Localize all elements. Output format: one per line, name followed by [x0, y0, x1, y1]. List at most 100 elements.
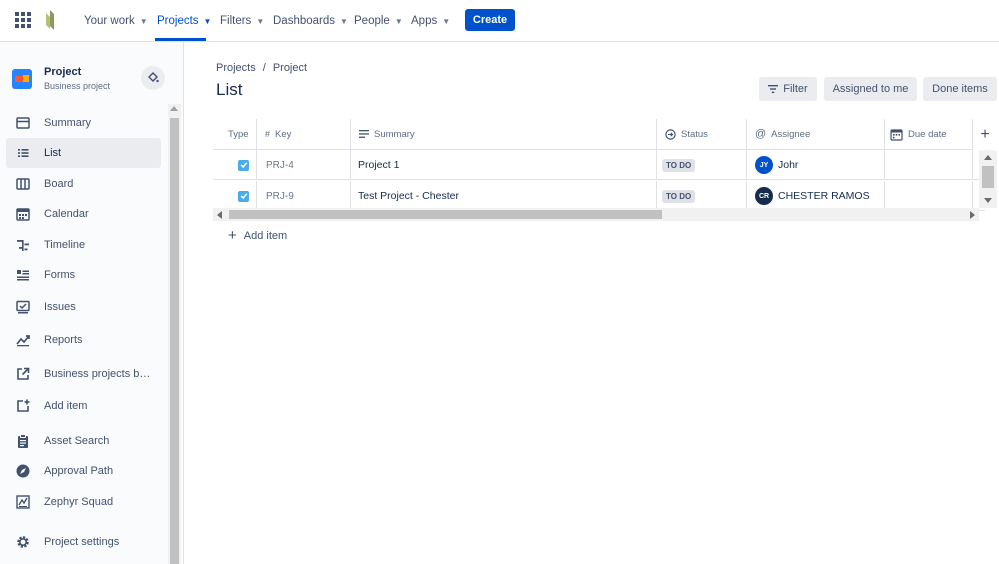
summary-cell[interactable]: Test Project - Chester	[351, 181, 657, 211]
page-title: List	[216, 80, 243, 99]
assignee-cell[interactable]: JY Johr	[747, 150, 885, 180]
due-date-cell[interactable]	[885, 181, 973, 211]
sidebar-item-label: Approval Path	[44, 465, 114, 477]
nav-label: Apps	[411, 15, 438, 27]
at-icon: @	[755, 128, 767, 140]
scroll-up-arrow-icon[interactable]	[984, 155, 992, 160]
sidebar-item-issues[interactable]: Issues	[6, 292, 161, 322]
sidebar-item-reports[interactable]: Reports	[6, 325, 161, 355]
sidebar-item-summary[interactable]: Summary	[6, 108, 161, 138]
done-items-button[interactable]: Done items	[923, 77, 997, 101]
scrollbar-thumb[interactable]	[170, 118, 179, 564]
create-button[interactable]: Create	[465, 9, 515, 31]
sidebar-item-project-settings[interactable]: Project settings	[6, 527, 161, 557]
scrollbar-thumb[interactable]	[982, 166, 994, 188]
sidebar-scrollbar[interactable]	[168, 104, 181, 564]
breadcrumb-projects[interactable]: Projects	[216, 62, 256, 74]
filter-button[interactable]: Filter	[759, 77, 817, 101]
table-horizontal-scrollbar[interactable]	[213, 208, 979, 221]
sidebar-item-label: Forms	[44, 269, 76, 281]
sidebar-item-label: Business projects bas...	[44, 368, 156, 380]
project-avatar	[12, 69, 32, 89]
done-items-label: Done items	[932, 83, 988, 95]
due-date-cell[interactable]	[885, 150, 973, 180]
sidebar-item-calendar[interactable]: Calendar	[6, 199, 161, 229]
sidebar-item-asset-search[interactable]: Asset Search	[6, 426, 161, 456]
key-cell[interactable]: PRJ-9	[257, 181, 351, 211]
issue-summary[interactable]: Project 1	[358, 159, 399, 171]
issue-summary[interactable]: Test Project - Chester	[358, 190, 459, 202]
assignee-name: Johr	[778, 159, 799, 171]
nav-filters[interactable]: Filters ▼	[220, 12, 264, 30]
nav-projects[interactable]: Projects ▼	[157, 12, 211, 30]
gear-icon	[17, 536, 29, 548]
avatar: CR	[755, 187, 773, 205]
nav-dashboards[interactable]: Dashboards ▼	[273, 12, 348, 30]
key-cell[interactable]: PRJ-4	[257, 150, 351, 180]
summary-cell[interactable]: Project 1	[351, 150, 657, 180]
nav-people[interactable]: People ▼	[354, 12, 403, 30]
sidebar-item-approval-path[interactable]: Approval Path	[6, 456, 161, 486]
sidebar-item-label: Asset Search	[44, 435, 110, 447]
nav-label: People	[354, 15, 390, 27]
paint-bucket-icon[interactable]	[141, 66, 165, 90]
chevron-down-icon: ▼	[442, 16, 451, 26]
jira-logo-icon[interactable]	[43, 9, 57, 31]
type-cell	[213, 150, 257, 180]
chevron-down-icon: ▼	[394, 16, 403, 26]
sidebar-item-zephyr-squad[interactable]: Zephyr Squad	[6, 487, 161, 517]
sidebar-item-forms[interactable]: Forms	[6, 260, 161, 290]
sidebar-item-business-projects[interactable]: Business projects bas...	[6, 359, 161, 389]
status-badge[interactable]: TO DO	[662, 158, 696, 172]
scroll-right-arrow-icon[interactable]	[970, 211, 975, 219]
status-cell[interactable]: TO DO	[657, 150, 747, 180]
add-item-button[interactable]: + Add item	[228, 228, 287, 243]
table-vertical-scrollbar[interactable]	[979, 150, 997, 208]
sidebar-item-timeline[interactable]: Timeline	[6, 230, 161, 260]
scroll-down-arrow-icon[interactable]	[984, 198, 992, 203]
sidebar-item-add-item[interactable]: Add item	[6, 391, 161, 421]
column-header-type[interactable]: Type	[213, 119, 257, 150]
status-badge[interactable]: TO DO	[662, 189, 696, 203]
app-switcher-icon[interactable]	[15, 12, 31, 28]
column-header-due-date[interactable]: Due date	[885, 119, 973, 150]
breadcrumb: Projects / Project	[216, 62, 307, 74]
top-navigation: Your work ▼ Projects ▼ Filters ▼ Dashboards…	[0, 0, 999, 42]
column-label: Status	[681, 128, 708, 140]
project-type: Business project	[44, 81, 111, 91]
issues-table: Type # Key Summary Status @ Assignee Due d…	[213, 119, 998, 221]
sidebar-item-label: Timeline	[44, 239, 86, 251]
assignee-cell[interactable]: CR CHESTER RAMOS	[747, 181, 885, 211]
scroll-left-arrow-icon[interactable]	[217, 211, 222, 219]
breadcrumb-project[interactable]: Project	[273, 62, 307, 74]
board-icon	[16, 178, 30, 190]
table-row[interactable]: PRJ-4 Project 1 TO DO JY Johr	[213, 150, 985, 180]
chevron-down-icon: ▼	[203, 16, 212, 26]
sidebar-item-label: Project settings	[44, 536, 120, 548]
sidebar-item-list[interactable]: List	[6, 138, 161, 168]
column-header-summary[interactable]: Summary	[351, 119, 657, 150]
timeline-icon	[17, 240, 29, 251]
nav-label: Filters	[220, 15, 252, 27]
sidebar-item-board[interactable]: Board	[6, 169, 161, 199]
nav-apps[interactable]: Apps ▼	[411, 12, 450, 30]
assigned-to-me-button[interactable]: Assigned to me	[824, 77, 917, 101]
summary-icon	[16, 117, 30, 129]
add-item-label: Add item	[243, 229, 288, 242]
issue-key[interactable]: PRJ-9	[266, 191, 294, 202]
text-lines-icon	[359, 130, 369, 138]
status-cell[interactable]: TO DO	[657, 181, 747, 211]
task-type-icon	[238, 159, 249, 171]
column-header-key[interactable]: # Key	[257, 119, 351, 150]
nav-your-work[interactable]: Your work ▼	[84, 12, 148, 30]
column-header-status[interactable]: Status	[657, 119, 747, 150]
issue-key[interactable]: PRJ-4	[266, 160, 294, 171]
add-column-button[interactable]: +	[973, 119, 997, 150]
table-row[interactable]: PRJ-9 Test Project - Chester TO DO CR CH…	[213, 181, 985, 211]
scrollbar-thumb[interactable]	[229, 210, 662, 219]
scroll-up-arrow-icon[interactable]	[170, 106, 178, 111]
column-label: Key	[275, 128, 292, 140]
clipboard-icon	[18, 434, 28, 448]
avatar: JY	[755, 156, 773, 174]
column-header-assignee[interactable]: @ Assignee	[747, 119, 885, 150]
